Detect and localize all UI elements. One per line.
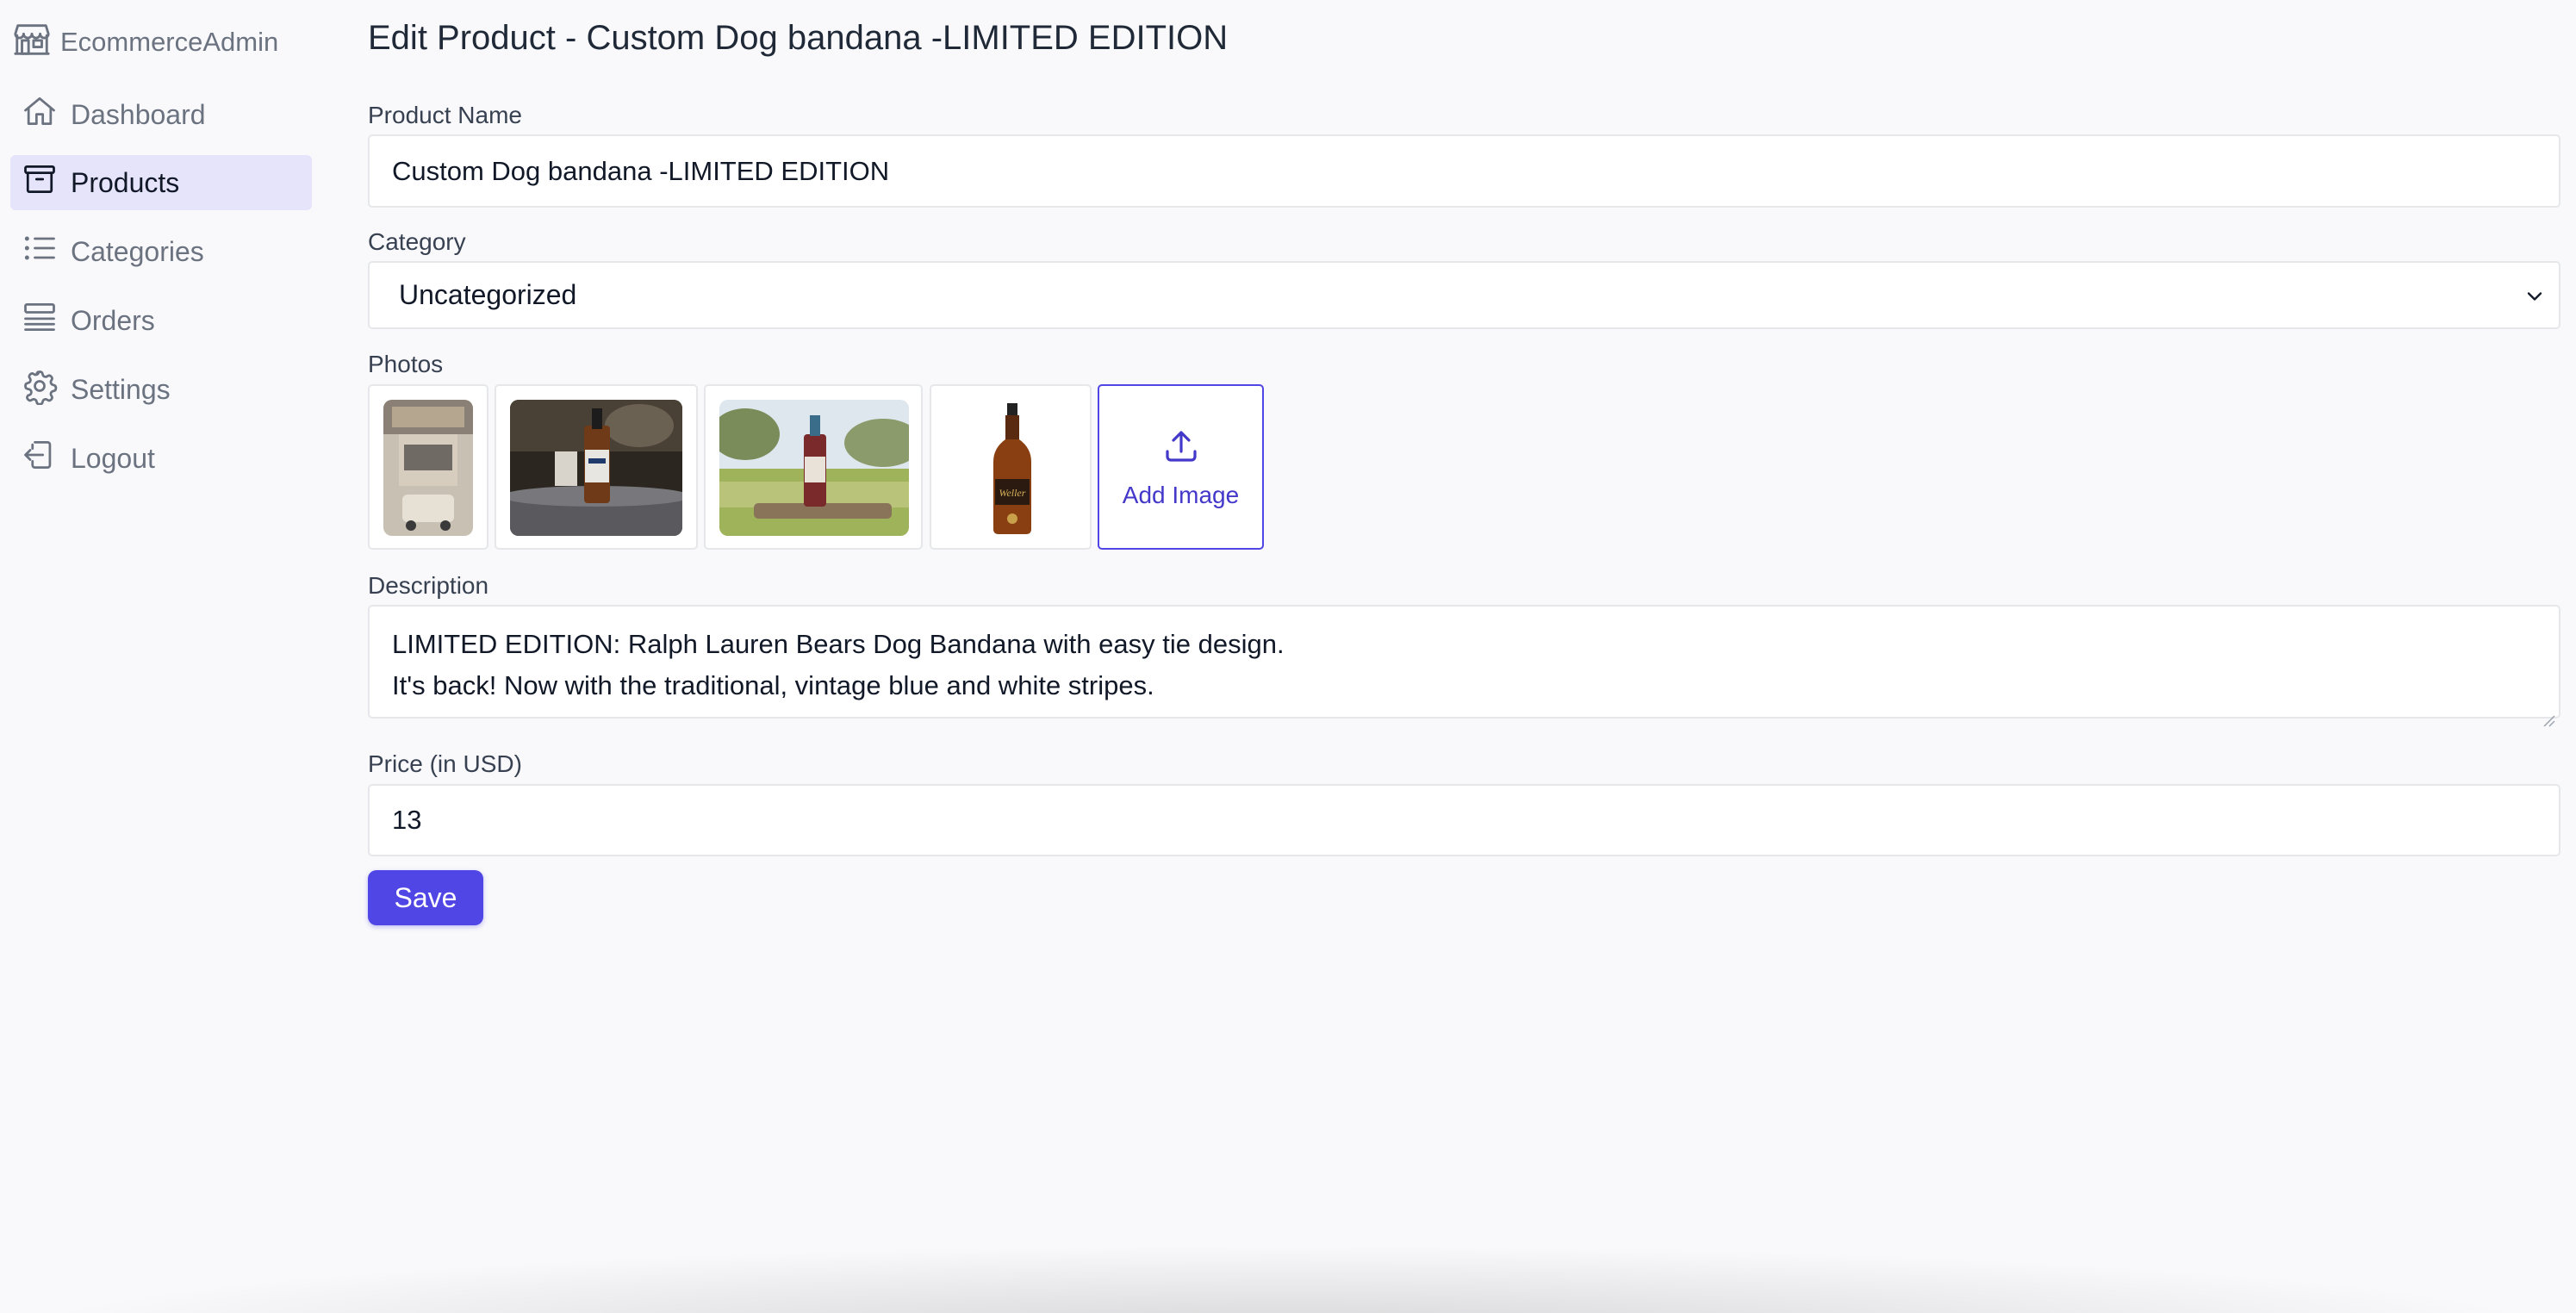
svg-text:Weller: Weller <box>999 487 1026 499</box>
logout-icon <box>21 436 59 481</box>
upload-icon <box>1160 426 1202 473</box>
save-button[interactable]: Save <box>368 870 483 925</box>
product-photo-image <box>510 400 682 536</box>
gear-icon <box>21 367 59 412</box>
sidebar-item-label: Orders <box>71 304 155 336</box>
list-icon <box>21 229 59 274</box>
description-line: It's back! Now with the traditional, vin… <box>392 670 1154 700</box>
sidebar-item-label: Categories <box>71 235 204 267</box>
product-photo[interactable] <box>368 384 488 550</box>
sidebar-item-settings[interactable]: Settings <box>10 362 312 417</box>
description-label: Description <box>368 572 489 599</box>
product-photo[interactable]: Weller <box>930 384 1092 550</box>
resize-handle-icon[interactable] <box>2540 698 2555 727</box>
price-value: 13 <box>392 805 422 835</box>
product-name-value: Custom Dog bandana -LIMITED EDITION <box>392 155 890 186</box>
home-icon <box>21 92 59 137</box>
brand-name: EcommerceAdmin <box>60 27 279 57</box>
description-line: LIMITED EDITION: Ralph Lauren Bears Dog … <box>392 629 1285 659</box>
photos-label: Photos <box>368 351 444 377</box>
sidebar-item-orders[interactable]: Orders <box>10 293 312 348</box>
product-photo-image <box>383 400 473 536</box>
category-label: Category <box>368 228 466 255</box>
add-image-button[interactable]: Add Image <box>1098 384 1264 550</box>
bottom-shadow <box>0 1244 2576 1313</box>
chevron-down-icon <box>2523 283 2547 308</box>
description-textarea[interactable]: LIMITED EDITION: Ralph Lauren Bears Dog … <box>368 605 2560 727</box>
archive-box-icon <box>21 160 59 205</box>
brand[interactable]: EcommerceAdmin <box>12 19 278 65</box>
price-input[interactable]: 13 <box>368 784 2560 856</box>
sidebar-item-categories[interactable]: Categories <box>10 224 312 279</box>
product-photo[interactable] <box>495 384 698 550</box>
sidebar-item-dashboard[interactable]: Dashboard <box>10 87 312 142</box>
storefront-icon <box>12 19 52 65</box>
price-label: Price (in USD) <box>368 750 522 777</box>
sidebar-item-label: Settings <box>71 373 171 405</box>
category-select[interactable]: Uncategorized <box>368 261 2560 329</box>
product-photo-image <box>719 400 909 536</box>
sidebar-item-logout[interactable]: Logout <box>10 431 312 486</box>
sidebar-item-label: Products <box>71 166 180 198</box>
sidebar-item-label: Logout <box>71 442 155 474</box>
product-name-label: Product Name <box>368 102 522 128</box>
queue-list-icon <box>21 298 59 343</box>
page-title: Edit Product - Custom Dog bandana -LIMIT… <box>368 19 1229 57</box>
sidebar: EcommerceAdmin Dashboard Products Catego… <box>0 0 327 1313</box>
product-name-input[interactable]: Custom Dog bandana -LIMITED EDITION <box>368 134 2560 208</box>
product-photo-image: Weller <box>945 400 1080 536</box>
product-photo[interactable] <box>704 384 923 550</box>
sidebar-item-products[interactable]: Products <box>10 155 312 210</box>
category-selected-value: Uncategorized <box>399 279 577 310</box>
sidebar-item-label: Dashboard <box>71 98 206 130</box>
add-image-label: Add Image <box>1122 481 1240 508</box>
